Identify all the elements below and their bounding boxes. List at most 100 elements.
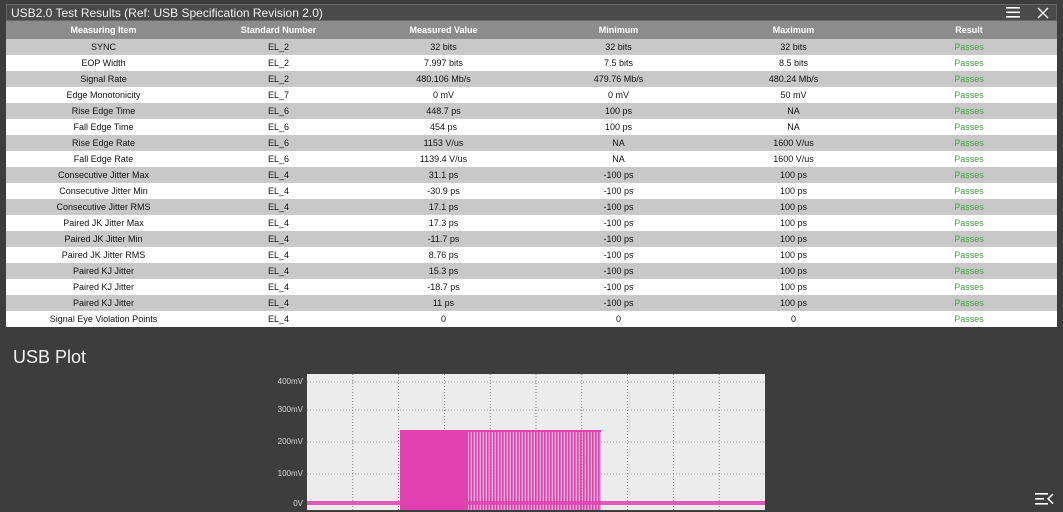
y-tick-label: 400mV — [277, 377, 303, 386]
hamburger-menu-icon[interactable] — [1004, 4, 1022, 21]
table-cell: Edge Monotonicity — [6, 87, 201, 103]
signal-edge — [475, 431, 477, 510]
table-body: SYNC EL_2 32 bits 32 bits 32 bits Passes EOP W… — [6, 39, 1057, 327]
signal-edge — [496, 431, 498, 510]
table-row[interactable]: Paired JK Jitter Min EL_4 -11.7 ps -100 ps 1… — [6, 231, 1057, 247]
table-cell: 15.3 ps — [356, 263, 531, 279]
table-cell: 1139.4 V/us — [356, 151, 531, 167]
table-row[interactable]: Paired KJ Jitter EL_4 11 ps -100 ps 100 ps Pa… — [6, 295, 1057, 311]
table-cell: EL_2 — [201, 39, 356, 55]
table-cell: 479.76 Mb/s — [531, 71, 706, 87]
table-cell: 8.5 bits — [706, 55, 881, 71]
table-cell: -100 ps — [531, 167, 706, 183]
signal-edge — [580, 431, 582, 510]
table-cell: NA — [706, 103, 881, 119]
result-cell: Passes — [881, 103, 1057, 119]
table-cell: Rise Edge Rate — [6, 135, 201, 151]
result-cell: Passes — [881, 247, 1057, 263]
table-cell: Consecutive Jitter Max — [6, 167, 201, 183]
table-cell: EL_4 — [201, 311, 356, 327]
signal-edge — [556, 431, 558, 510]
signal-edge — [502, 431, 504, 510]
signal-edge — [478, 431, 480, 510]
table-row[interactable]: Signal Eye Violation Points EL_4 0 0 0 Passes — [6, 311, 1057, 327]
results-title-bar: USB2.0 Test Results (Ref: USB Specificat… — [6, 4, 1057, 21]
table-row[interactable]: Fall Edge Rate EL_6 1139.4 V/us NA 1600 V/us… — [6, 151, 1057, 167]
signal-edge — [469, 431, 471, 510]
column-header: Standard Number — [201, 21, 356, 39]
table-row[interactable]: Consecutive Jitter RMS EL_4 17.1 ps -100 ps… — [6, 199, 1057, 215]
table-cell: 7.997 bits — [356, 55, 531, 71]
signal-edge — [484, 431, 486, 510]
usb-signal-plot — [307, 374, 765, 510]
collapse-menu-icon[interactable] — [1034, 491, 1054, 507]
signal-edge — [511, 431, 513, 510]
table-cell: EL_4 — [201, 183, 356, 199]
table-row[interactable]: SYNC EL_2 32 bits 32 bits 32 bits Passes — [6, 39, 1057, 55]
window-title: USB2.0 Test Results (Ref: USB Specificat… — [11, 5, 323, 20]
signal-edge — [538, 431, 540, 510]
table-cell: 7.5 bits — [531, 55, 706, 71]
table-cell: EL_6 — [201, 103, 356, 119]
signal-edge — [490, 431, 492, 510]
signal-edge — [547, 431, 549, 510]
signal-edge — [532, 431, 534, 510]
column-header: Measured Value — [356, 21, 531, 39]
table-cell: EL_2 — [201, 55, 356, 71]
table-cell: 0 — [356, 311, 531, 327]
table-row[interactable]: Rise Edge Rate EL_6 1153 V/us NA 1600 V/us Pa… — [6, 135, 1057, 151]
table-cell: 100 ps — [706, 215, 881, 231]
table-row[interactable]: Paired KJ Jitter EL_4 15.3 ps -100 ps 100 ps… — [6, 263, 1057, 279]
column-header: Maximum — [706, 21, 881, 39]
table-cell: EL_4 — [201, 167, 356, 183]
signal-edge — [562, 431, 564, 510]
signal-edge — [520, 431, 522, 510]
result-cell: Passes — [881, 199, 1057, 215]
close-icon[interactable] — [1034, 4, 1052, 21]
result-cell: Passes — [881, 231, 1057, 247]
signal-edge — [535, 431, 537, 510]
table-cell: 100 ps — [706, 295, 881, 311]
y-tick-label: 300mV — [277, 405, 303, 414]
signal-edge — [493, 431, 495, 510]
table-row[interactable]: Paired JK Jitter RMS EL_4 8.76 ps -100 ps 10… — [6, 247, 1057, 263]
result-cell: Passes — [881, 87, 1057, 103]
result-cell: Passes — [881, 279, 1057, 295]
usb-plot-area — [307, 374, 765, 510]
table-cell: Fall Edge Time — [6, 119, 201, 135]
result-cell: Passes — [881, 183, 1057, 199]
table-row[interactable]: Edge Monotonicity EL_7 0 mV 0 mV 50 mV Passes — [6, 87, 1057, 103]
result-cell: Passes — [881, 167, 1057, 183]
column-header: Result — [881, 21, 1057, 39]
table-row[interactable]: Consecutive Jitter Max EL_4 31.1 ps -100 ps… — [6, 167, 1057, 183]
table-row[interactable]: Consecutive Jitter Min EL_4 -30.9 ps -100 p… — [6, 183, 1057, 199]
signal-edge — [550, 431, 552, 510]
table-cell: -100 ps — [531, 215, 706, 231]
result-cell: Passes — [881, 151, 1057, 167]
signal-edge — [553, 431, 555, 510]
signal-edge — [589, 431, 591, 510]
table-cell: 0 — [531, 311, 706, 327]
table-cell: 100 ps — [706, 231, 881, 247]
table-cell: EL_6 — [201, 151, 356, 167]
signal-edge — [499, 431, 501, 510]
signal-edge — [526, 431, 528, 510]
table-cell: Paired JK Jitter Min — [6, 231, 201, 247]
result-cell: Passes — [881, 55, 1057, 71]
result-cell: Passes — [881, 263, 1057, 279]
table-cell: Paired JK Jitter RMS — [6, 247, 201, 263]
table-cell: -100 ps — [531, 295, 706, 311]
results-table: Measuring Item Standard Number Measured Va… — [6, 21, 1057, 327]
table-row[interactable]: Paired JK Jitter Max EL_4 17.3 ps -100 ps 10… — [6, 215, 1057, 231]
result-cell: Passes — [881, 39, 1057, 55]
table-cell: 17.3 ps — [356, 215, 531, 231]
table-cell: EL_6 — [201, 119, 356, 135]
signal-edge — [523, 431, 525, 510]
table-row[interactable]: Fall Edge Time EL_6 454 ps 100 ps NA Passes — [6, 119, 1057, 135]
table-cell: EL_4 — [201, 247, 356, 263]
table-row[interactable]: Signal Rate EL_2 480.106 Mb/s 479.76 Mb/s 48… — [6, 71, 1057, 87]
table-row[interactable]: Rise Edge Time EL_6 448.7 ps 100 ps NA Passes — [6, 103, 1057, 119]
table-row[interactable]: Paired KJ Jitter EL_4 -18.7 ps -100 ps 100 p… — [6, 279, 1057, 295]
table-cell: 31.1 ps — [356, 167, 531, 183]
table-row[interactable]: EOP Width EL_2 7.997 bits 7.5 bits 8.5 bits P… — [6, 55, 1057, 71]
